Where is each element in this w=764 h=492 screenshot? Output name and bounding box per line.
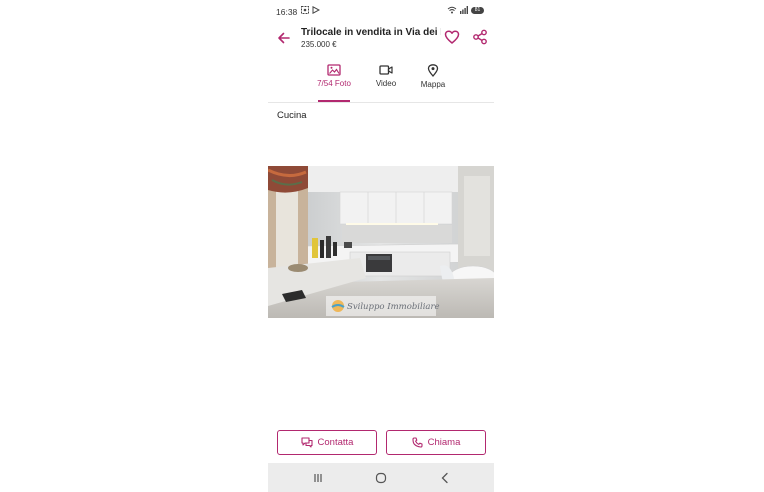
map-pin-icon <box>427 64 439 77</box>
recent-apps-icon[interactable] <box>311 471 325 485</box>
system-nav-bar <box>268 463 494 492</box>
phone-icon <box>412 437 423 448</box>
tab-photos[interactable]: 7/54 Foto <box>304 56 364 102</box>
listing-title: Trilocale in vendita in Via dei L... <box>301 27 441 38</box>
back-arrow-icon[interactable] <box>276 30 292 46</box>
watermark-text: Sviluppo Immobiliare <box>347 302 440 312</box>
image-icon <box>327 64 341 76</box>
listing-price: 235.000 € <box>301 40 337 49</box>
heart-icon[interactable] <box>444 29 460 45</box>
listing-header: Trilocale in vendita in Via dei L... 235… <box>268 22 494 56</box>
listing-photo[interactable]: Sviluppo Immobiliare <box>268 166 494 318</box>
active-tab-indicator <box>318 100 350 102</box>
wifi-icon <box>447 6 457 14</box>
video-icon <box>379 65 393 75</box>
share-icon[interactable] <box>472 29 488 45</box>
contact-button-label: Contatta <box>317 437 354 448</box>
chat-icon <box>300 437 313 448</box>
tab-map-label: Mappa <box>420 80 446 89</box>
status-time: 16:38 <box>276 7 298 17</box>
contact-button[interactable]: Contatta <box>277 430 377 455</box>
battery-icon: 81 <box>471 6 484 14</box>
tab-map[interactable]: Mappa <box>403 56 463 102</box>
media-tabs: 7/54 Foto Video Mappa <box>268 56 494 103</box>
home-icon[interactable] <box>374 471 388 485</box>
back-icon[interactable] <box>438 471 452 485</box>
screenshot-icon <box>301 6 309 14</box>
play-store-icon <box>312 6 320 14</box>
action-bar: Contatta Chiama <box>268 430 494 456</box>
status-bar: 16:38 81 <box>268 0 494 22</box>
tab-photos-label: 7/54 Foto <box>317 79 351 88</box>
phone-screen: 16:38 81 Trilocale in vendita in Via dei… <box>268 0 494 492</box>
call-button[interactable]: Chiama <box>386 430 486 455</box>
signal-icon <box>460 6 468 14</box>
tab-video-label: Video <box>375 79 397 88</box>
call-button-label: Chiama <box>427 437 461 448</box>
photo-caption: Cucina <box>277 110 307 121</box>
kitchen-photo: Sviluppo Immobiliare <box>268 166 494 318</box>
